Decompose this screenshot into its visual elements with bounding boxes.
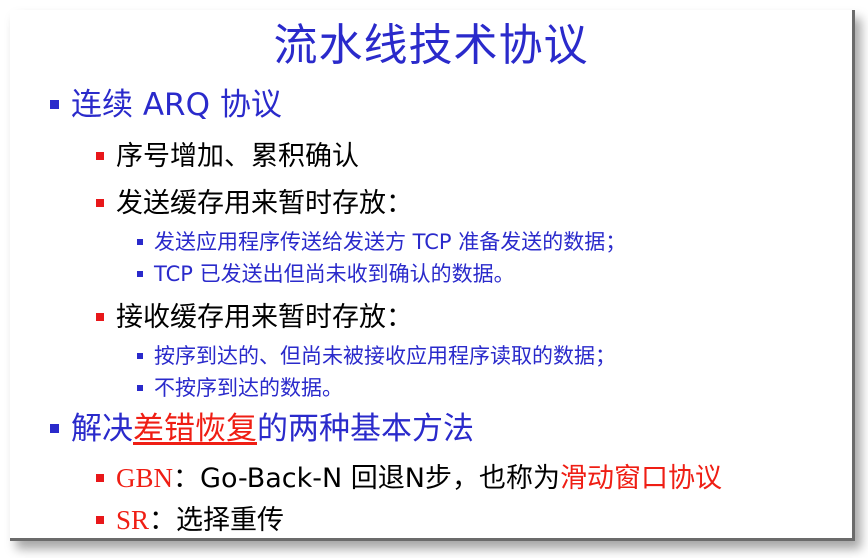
bullet-item-send-buffer-app-data: 发送应用程序传送给发送方 TCP 准备发送的数据； [137, 232, 626, 253]
bullet-item-recv-buffer-out-of-order: 不按序到达的数据。 [137, 378, 343, 399]
bullet-item-seq-increase: 序号增加、累积确认 [96, 143, 359, 170]
bullet-item-gbn: GBN：Go-Back-N 回退N步，也称为滑动窗口协议 [96, 465, 722, 492]
item-label: GBN [116, 463, 174, 493]
bullet-item-recv-buffer: 接收缓存用来暂时存放： [96, 304, 413, 331]
square-bullet-icon [50, 100, 59, 109]
square-bullet-icon [137, 270, 143, 277]
item-text: 不按序到达的数据。 [154, 376, 343, 400]
square-bullet-icon [96, 199, 104, 207]
item-label: SR [116, 505, 150, 535]
item-text-part1: ：Go-Back-N 回退N步，也称为 [173, 463, 561, 494]
item-text: 序号增加、累积确认 [116, 141, 359, 172]
item-text: 接收缓存用来暂时存放： [116, 302, 413, 333]
square-bullet-icon [96, 313, 104, 321]
item-text-highlight: 差错恢复 [133, 411, 257, 447]
square-bullet-icon [50, 424, 59, 433]
bullet-item-sr: SR：选择重传 [96, 507, 284, 534]
item-text-part1: ：选择重传 [149, 505, 285, 536]
bullet-item-send-buffer: 发送缓存用来暂时存放： [96, 190, 413, 217]
square-bullet-icon [137, 352, 143, 359]
slide-title: 流水线技术协议 [273, 20, 589, 71]
item-text: 连续 ARQ 协议 [71, 87, 282, 123]
item-text-part2: 的两种基本方法 [257, 411, 474, 447]
bullet-item-send-buffer-unacked: TCP 已发送出但尚未收到确认的数据。 [137, 264, 515, 285]
square-bullet-icon [137, 384, 143, 391]
item-text: TCP 已发送出但尚未收到确认的数据。 [154, 262, 515, 286]
square-bullet-icon [96, 516, 104, 524]
item-text-part1: 解决 [71, 411, 133, 447]
item-text-highlight: 滑动窗口协议 [560, 463, 723, 494]
item-text: 发送应用程序传送给发送方 TCP 准备发送的数据； [154, 230, 627, 254]
item-text: 按序到达的、但尚未被接收应用程序读取的数据； [154, 344, 616, 368]
bullet-item-recv-buffer-in-order: 按序到达的、但尚未被接收应用程序读取的数据； [137, 346, 616, 367]
square-bullet-icon [96, 152, 104, 160]
bullet-item-error-recovery: 解决差错恢复的两种基本方法 [50, 414, 474, 445]
slide: 流水线技术协议 连续 ARQ 协议 序号增加、累积确认 发送缓存用来暂时存放： … [10, 10, 855, 541]
item-text: 发送缓存用来暂时存放： [116, 188, 413, 219]
bullet-item-continuous-arq: 连续 ARQ 协议 [50, 90, 282, 121]
square-bullet-icon [137, 238, 143, 245]
square-bullet-icon [96, 474, 104, 482]
